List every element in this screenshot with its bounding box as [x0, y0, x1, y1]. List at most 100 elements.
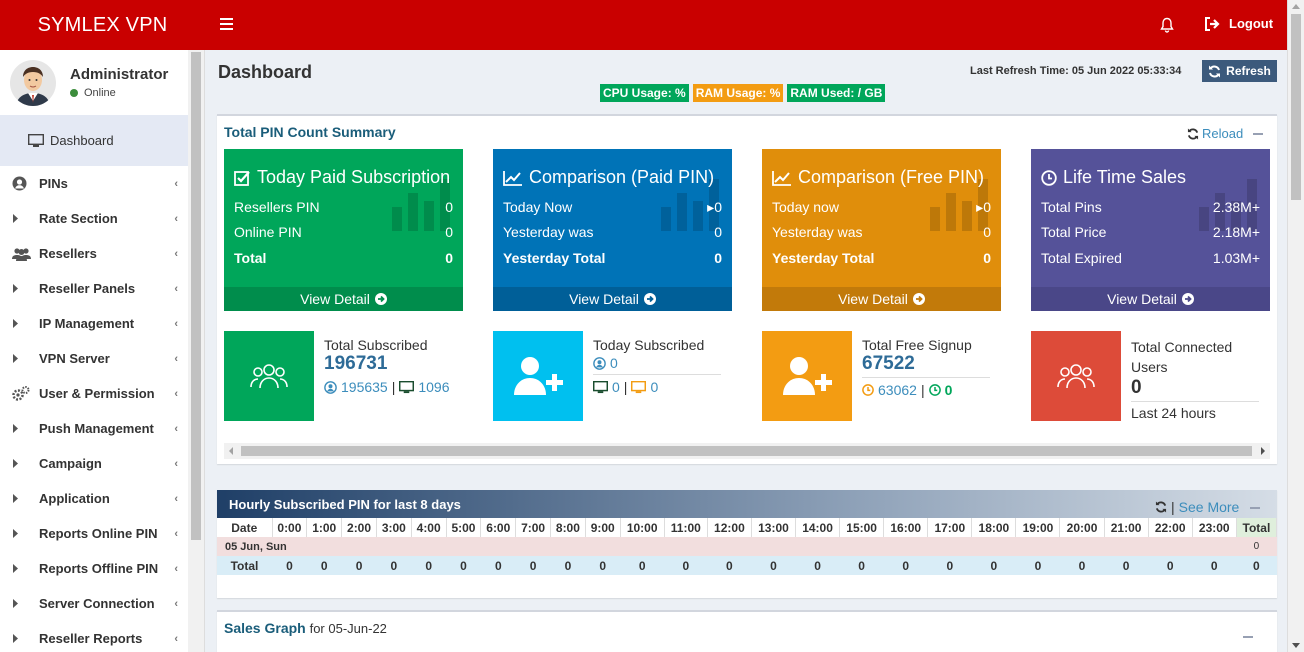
online-dot-icon	[70, 89, 78, 97]
column-header-hour: 16:00	[883, 518, 929, 537]
column-header-hour: 21:00	[1104, 518, 1149, 537]
sidebar-item-reseller-panels[interactable]: Reseller Panels ‹	[0, 271, 188, 306]
sidebar-item-reports-online-pin[interactable]: Reports Online PIN ‹	[0, 516, 188, 551]
sidebar-item-ip-management[interactable]: IP Management ‹	[0, 306, 188, 341]
info-label: Total Connected Users	[1131, 339, 1233, 375]
box-title: Total PIN Count Summary	[224, 124, 396, 140]
sidebar-item-label: Dashboard	[50, 133, 114, 148]
logout-button[interactable]: Logout	[1204, 16, 1273, 31]
sidebar-item-dashboard[interactable]: Dashboard	[0, 115, 188, 166]
stat-card-today-paid: Today Paid Subscription Resellers PIN 0 O…	[224, 149, 463, 311]
card-title: Life Time Sales	[1041, 167, 1186, 188]
info-label: Total Free Signup	[862, 337, 972, 353]
info-label: Total Subscribed	[324, 337, 428, 353]
reload-link[interactable]: Reload	[1187, 126, 1243, 141]
column-header-hour: 3:00	[376, 518, 412, 537]
clock-icon	[928, 384, 941, 396]
desktop-icon	[28, 133, 44, 148]
chevron-left-icon: ‹	[174, 423, 178, 435]
caret-right-icon	[12, 599, 32, 608]
sidebar-item-rate-section[interactable]: Rate Section ‹	[0, 201, 188, 236]
view-detail-link[interactable]: View Detail	[762, 287, 1001, 311]
app-logo[interactable]: SYMLEX VPN	[0, 0, 205, 50]
chevron-left-icon: ‹	[174, 563, 178, 575]
info-value: 0	[1131, 377, 1259, 402]
sales-graph-box: Sales Graph for 05-Jun-22	[217, 610, 1277, 652]
table-cell: 0	[585, 556, 621, 575]
sidebar-item-label: User & Permission	[39, 386, 155, 401]
chevron-left-icon: ‹	[174, 633, 178, 645]
info-label: Today Subscribed	[593, 337, 705, 353]
user-circle-icon	[324, 380, 337, 394]
clock-icon	[1041, 169, 1057, 186]
view-detail-link[interactable]: View Detail	[224, 287, 463, 311]
see-more-link[interactable]: | See More	[1155, 499, 1239, 515]
table-row: Total 0 0 0 0 0 0 0 0 0 0 0 0 0 0 0 0 0 0 0 0 0 0 0 0 0	[217, 556, 1277, 575]
sidebar-item-resellers[interactable]: Resellers ‹	[0, 236, 188, 271]
sidebar-item-server-connection[interactable]: Server Connection ‹	[0, 586, 188, 621]
page-title: Dashboard	[218, 62, 313, 82]
ram-usage-badge: RAM Usage: %	[692, 84, 784, 102]
sidebar-item-label: Application	[39, 491, 110, 506]
collapse-icon[interactable]	[1250, 507, 1260, 509]
table-cell: 0	[839, 556, 884, 575]
info-footnote: Last 24 hours	[1131, 405, 1216, 421]
sidebar-item-application[interactable]: Application ‹	[0, 481, 188, 516]
chevron-left-icon: ‹	[174, 493, 178, 505]
menu-toggle-icon[interactable]	[220, 18, 233, 30]
clock-icon	[862, 384, 874, 396]
column-header-hour: 18:00	[971, 518, 1017, 537]
card-title: Comparison (Paid PIN)	[503, 167, 714, 188]
refresh-button[interactable]: Refresh	[1202, 60, 1277, 82]
sidebar-item-pins[interactable]: PINs ‹	[0, 166, 188, 201]
top-navbar: SYMLEX VPN Logout	[0, 0, 1287, 50]
column-header-hour: 17:00	[927, 518, 973, 537]
caret-right-icon	[12, 529, 32, 538]
table-cell: 0	[1192, 556, 1237, 575]
sidebar-item-reseller-reports[interactable]: Reseller Reports ‹	[0, 621, 188, 652]
users-icon	[12, 247, 32, 261]
column-header-hour: 1:00	[306, 518, 343, 537]
caret-right-icon	[12, 319, 32, 328]
logout-label: Logout	[1229, 16, 1274, 31]
user-panel: Administrator Online	[0, 50, 204, 115]
page-scrollbar[interactable]	[1287, 0, 1304, 652]
table-cell: 0	[446, 556, 481, 575]
sidebar-item-reports-offline-pin[interactable]: Reports Offline PIN ‹	[0, 551, 188, 586]
summary-horizontal-scrollbar[interactable]	[224, 443, 1270, 459]
sidebar-item-vpn-server[interactable]: VPN Server ‹	[0, 341, 188, 376]
table-cell: 0	[664, 556, 708, 575]
main-content: Dashboard Last Refresh Time: 05 Jun 2022…	[205, 50, 1287, 652]
table-cell: 0	[480, 556, 516, 575]
hourly-header: Hourly Subscribed PIN for last 8 days	[217, 490, 1277, 518]
sidebar-item-user-permission[interactable]: User & Permission ‹	[0, 376, 188, 411]
info-box-connected-users: Total Connected Users 0 Last 24 hours	[1031, 331, 1270, 421]
chevron-left-icon: ‹	[174, 388, 178, 400]
sidebar-item-campaign[interactable]: Campaign ‹	[0, 446, 188, 481]
column-header-hour: 15:00	[839, 518, 885, 537]
desktop-icon	[631, 380, 647, 394]
sidebar-item-label: IP Management	[39, 316, 135, 331]
column-header-hour: 23:00	[1192, 518, 1237, 537]
table-cell: 0	[927, 556, 972, 575]
sidebar-scrollbar[interactable]	[188, 50, 204, 652]
user-circle-icon	[12, 176, 32, 191]
column-header-hour: 4:00	[411, 518, 447, 537]
caret-right-icon	[12, 284, 32, 293]
stat-card-comparison-free: Comparison (Free PIN) Today now ▸0 Yester…	[762, 149, 1001, 311]
collapse-icon[interactable]	[1253, 133, 1263, 135]
bell-icon[interactable]	[1160, 17, 1174, 33]
pin-summary-box: Total PIN Count Summary Reload Today Pai…	[217, 114, 1277, 464]
column-header-hour: 14:00	[795, 518, 841, 537]
collapse-icon[interactable]	[1243, 636, 1253, 638]
box-title: Hourly Subscribed PIN for last 8 days	[229, 497, 461, 512]
table-cell: 0	[883, 556, 928, 575]
view-detail-link[interactable]: View Detail	[493, 287, 732, 311]
info-box-total-subscribed: Total Subscribed 196731 195635 | 1096	[224, 331, 463, 421]
column-header-hour: 13:00	[751, 518, 797, 537]
sidebar-item-label: Rate Section	[39, 211, 118, 226]
view-detail-link[interactable]: View Detail	[1031, 287, 1270, 311]
chevron-left-icon: ‹	[174, 458, 178, 470]
sidebar-item-push-management[interactable]: Push Management ‹	[0, 411, 188, 446]
caret-right-icon	[12, 424, 32, 433]
